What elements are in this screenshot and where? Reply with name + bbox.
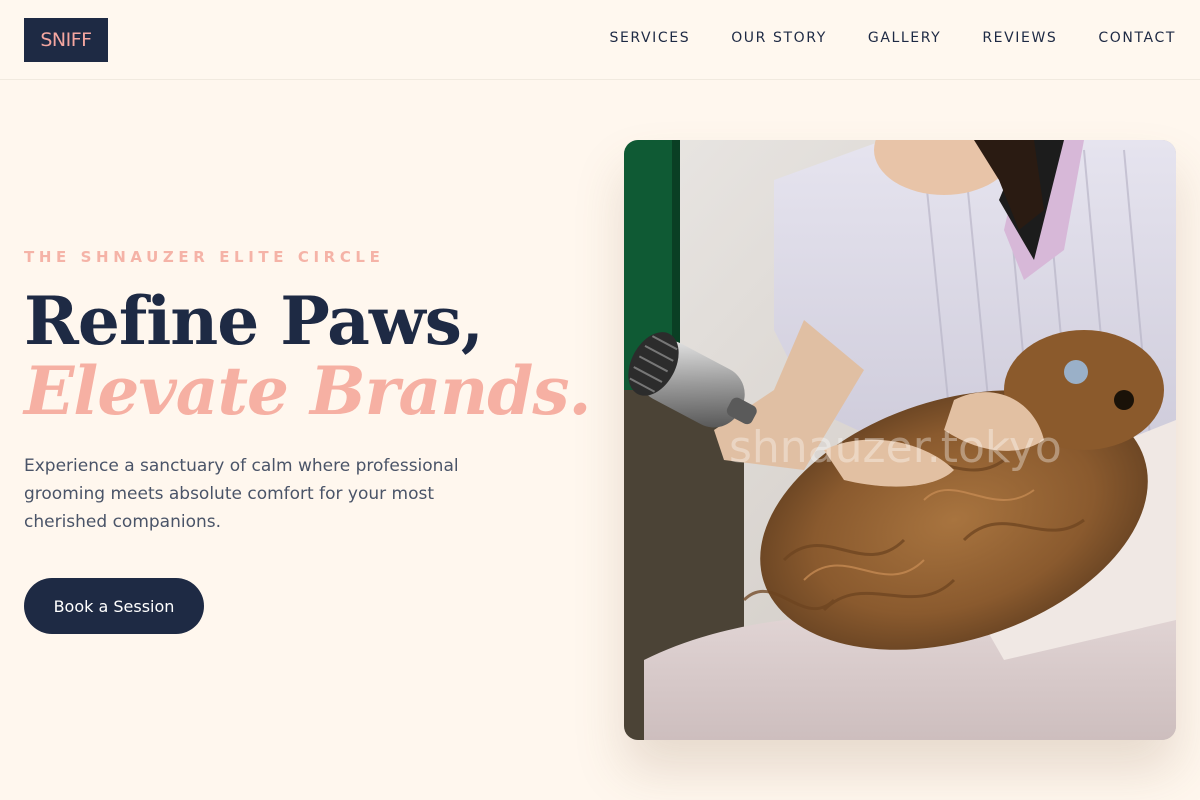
- hero-eyebrow: THE SHNAUZER ELITE CIRCLE: [24, 248, 385, 266]
- watermark-text: shnauzer.tokyo: [729, 422, 1062, 473]
- nav-link-reviews[interactable]: REVIEWS: [982, 30, 1057, 46]
- groomer-blow-drying-dog-illustration: shnauzer.tokyo: [624, 140, 1176, 740]
- nav-link-services[interactable]: SERVICES: [609, 30, 690, 46]
- nav-link-contact[interactable]: CONTACT: [1098, 30, 1176, 46]
- top-navigation-bar: SNIFF SERVICES OUR STORY GALLERY REVIEWS…: [0, 0, 1200, 80]
- hero-photo: shnauzer.tokyo: [624, 140, 1176, 740]
- hero-headline-line-1: Refine Paws,: [24, 282, 484, 360]
- hero-text-block: THE SHNAUZER ELITE CIRCLE Refine Paws, E…: [24, 248, 592, 553]
- hero-description: Experience a sanctuary of calm where pro…: [24, 456, 459, 532]
- nav-link-our-story[interactable]: OUR STORY: [731, 30, 827, 46]
- hero-headline-line-2: Elevate Brands.: [24, 352, 592, 430]
- nav-link-gallery[interactable]: GALLERY: [868, 30, 941, 46]
- book-session-button[interactable]: Book a Session: [24, 578, 204, 634]
- main-nav: SERVICES OUR STORY GALLERY REVIEWS CONTA…: [568, 30, 1176, 46]
- brand-logo[interactable]: SNIFF: [24, 18, 108, 62]
